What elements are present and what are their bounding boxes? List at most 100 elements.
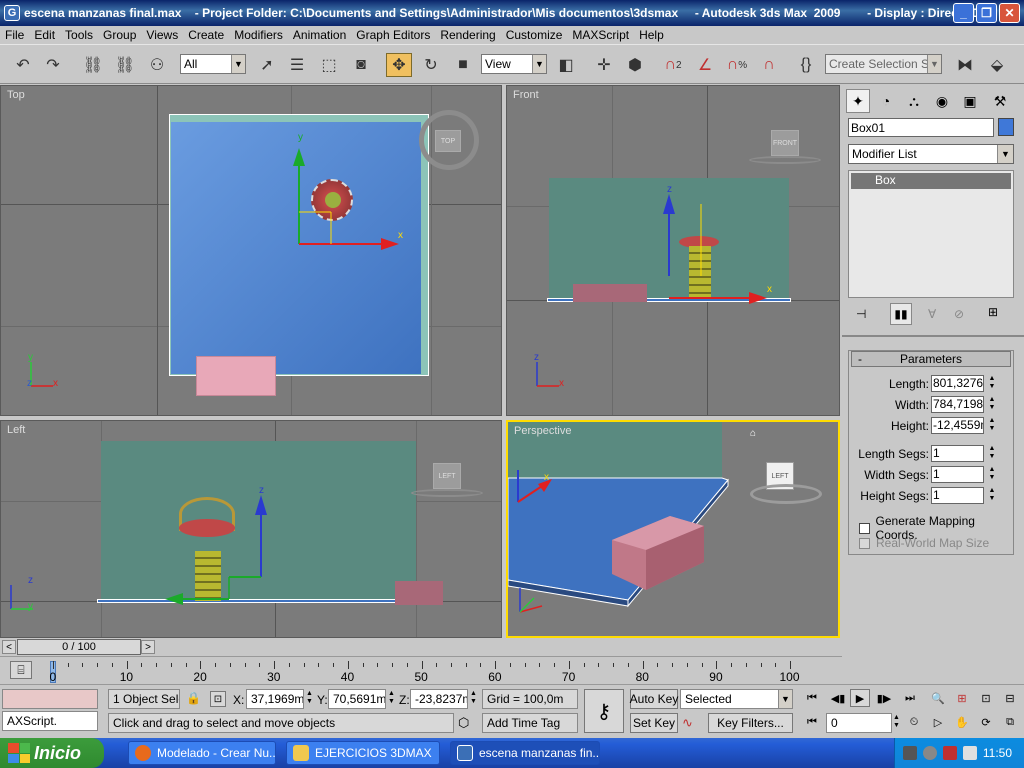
task-3dsmax[interactable]: escena manzanas fin... xyxy=(450,741,600,765)
select-by-name-icon[interactable]: ☰ xyxy=(284,53,310,77)
selection-filter-dropdown[interactable]: All ▼ xyxy=(180,54,246,74)
pan-view-icon[interactable]: ✋ xyxy=(952,713,972,731)
back-icon[interactable] xyxy=(922,746,937,760)
set-key-mode-key-icon[interactable]: ⚷ xyxy=(584,689,624,733)
select-object-icon[interactable]: ➚ xyxy=(254,53,280,77)
window-crossing-icon[interactable]: ◙ xyxy=(348,53,374,77)
key-filters-button[interactable]: Key Filters... xyxy=(708,713,793,733)
width-field[interactable]: 784,7198m xyxy=(931,396,984,413)
add-time-tag-icon[interactable]: ⬡ xyxy=(458,715,469,731)
move-gizmo[interactable] xyxy=(291,136,411,256)
menu-help[interactable]: Help xyxy=(634,28,669,42)
move-gizmo[interactable] xyxy=(161,481,281,611)
percent-snap-icon[interactable]: ∩% xyxy=(724,53,750,77)
viewport-top[interactable]: y x TOP y z x Top xyxy=(0,85,502,416)
stack-item-box[interactable]: Box xyxy=(851,173,1011,189)
utilities-tab-icon[interactable]: ⚒ xyxy=(988,89,1012,113)
viewcube-face[interactable]: FRONT xyxy=(771,130,799,156)
go-to-start-icon[interactable]: ⏮ xyxy=(802,689,822,707)
volume-icon[interactable] xyxy=(962,746,977,760)
menu-animation[interactable]: Animation xyxy=(288,28,351,42)
parameters-header[interactable]: - Parameters xyxy=(851,351,1011,367)
viewport-perspective[interactable]: LEFT ⌂ x Perspective xyxy=(506,420,840,638)
remove-modifier-icon[interactable]: ⊘ xyxy=(954,307,964,321)
set-key-button[interactable]: Set Key xyxy=(630,713,678,733)
viewcube-face[interactable]: TOP xyxy=(435,130,461,152)
named-selection-set-dropdown[interactable]: Create Selection Set ▼ xyxy=(825,54,942,74)
orbit-icon[interactable]: ⟳ xyxy=(976,713,996,731)
move-gizmo[interactable] xyxy=(657,186,777,306)
pink-box[interactable] xyxy=(196,356,276,396)
key-mode-dropdown[interactable]: Selected ▼ xyxy=(680,689,793,709)
snaps-toggle-icon[interactable]: ∩ 2 xyxy=(660,53,686,77)
redo-icon[interactable]: ↷ xyxy=(40,53,66,77)
menu-modifiers[interactable]: Modifiers xyxy=(229,28,288,42)
menu-edit[interactable]: Edit xyxy=(29,28,60,42)
pivot-center-icon[interactable]: ◧ xyxy=(553,53,579,77)
rectangular-selection-icon[interactable]: ⬚ xyxy=(316,53,342,77)
network-icon[interactable] xyxy=(902,746,917,760)
x-coordinate-field[interactable]: 37,1969m xyxy=(246,689,304,709)
viewport-label-left[interactable]: Left xyxy=(7,424,25,436)
task-firefox[interactable]: Modelado - Crear Nu... xyxy=(128,741,276,765)
play-icon[interactable]: ▶ xyxy=(850,689,870,707)
y-spinner-icon[interactable]: ▲ ▼ xyxy=(388,690,395,706)
z-spinner-icon[interactable]: ▲ ▼ xyxy=(470,690,477,706)
display-tab-icon[interactable]: ▣ xyxy=(958,89,982,113)
go-to-end-icon[interactable]: ⏭ xyxy=(900,689,920,707)
menu-maxscript[interactable]: MAXScript xyxy=(567,28,634,42)
start-button[interactable]: Inicio xyxy=(0,738,104,768)
object-color-swatch[interactable] xyxy=(998,118,1014,136)
3ds-max-icon[interactable]: G xyxy=(4,5,20,21)
zoom-all-icon[interactable]: ⊞ xyxy=(952,689,972,707)
frame-spinner-icon[interactable]: ▲ ▼ xyxy=(893,714,900,730)
length-spinner-icon[interactable]: ▲ ▼ xyxy=(987,375,997,392)
select-and-scale-icon[interactable]: ■ xyxy=(450,53,476,77)
height-segs-field[interactable]: 1 xyxy=(931,487,984,504)
field-of-view-icon[interactable]: ▷ xyxy=(928,713,948,731)
pink-box[interactable] xyxy=(395,581,443,605)
menu-create[interactable]: Create xyxy=(183,28,229,42)
select-and-link-icon[interactable]: ⛓ xyxy=(80,53,106,77)
minimize-button[interactable]: _ xyxy=(953,3,974,23)
lock-selection-icon[interactable]: 🔒 xyxy=(186,691,201,705)
maxscript-mini-listener[interactable]: AXScript. xyxy=(2,711,98,731)
width-segs-spinner-icon[interactable]: ▲ ▼ xyxy=(987,466,997,483)
time-slider-next-button[interactable]: > xyxy=(141,640,155,654)
move-gizmo[interactable] xyxy=(508,462,568,512)
reference-coordinate-dropdown[interactable]: View ▼ xyxy=(481,54,547,74)
next-frame-icon[interactable]: ▮▶ xyxy=(874,689,894,707)
menu-graph-editors[interactable]: Graph Editors xyxy=(351,28,435,42)
time-slider-thumb[interactable]: 0 / 100 xyxy=(17,639,141,655)
length-segs-spinner-icon[interactable]: ▲ ▼ xyxy=(987,445,997,462)
keyboard-shortcut-override-icon[interactable]: ⬢ xyxy=(622,53,648,77)
security-icon[interactable] xyxy=(942,746,957,760)
viewport-label-perspective[interactable]: Perspective xyxy=(514,425,571,437)
z-coordinate-field[interactable]: -23,8237m xyxy=(410,689,468,709)
width-segs-field[interactable]: 1 xyxy=(931,466,984,483)
unlink-selection-icon[interactable]: ⛓ xyxy=(112,53,138,77)
mirror-icon[interactable]: ⧓ xyxy=(952,53,978,77)
height-field[interactable]: -12,4559m xyxy=(931,417,984,434)
clock[interactable]: 11:50 xyxy=(983,746,1012,760)
default-in-out-tangents-icon[interactable]: ∿ xyxy=(682,715,693,731)
undo-icon[interactable]: ↶ xyxy=(10,53,36,77)
menu-rendering[interactable]: Rendering xyxy=(435,28,500,42)
add-time-tag-button[interactable]: Add Time Tag xyxy=(482,713,578,733)
track-bar[interactable]: ⌸ 0 10 20 30 40 50 60 70 80 90 100 xyxy=(0,656,842,684)
restore-button[interactable]: ❐ xyxy=(976,3,997,23)
show-end-result-icon[interactable]: ▮▮ xyxy=(890,303,912,325)
task-folder[interactable]: EJERCICIOS 3DMAX xyxy=(286,741,440,765)
time-configuration-icon[interactable]: ⏲ xyxy=(904,713,924,731)
menu-group[interactable]: Group xyxy=(98,28,141,42)
maximize-viewport-icon[interactable]: ⧉ xyxy=(1000,713,1020,731)
select-and-rotate-icon[interactable]: ↻ xyxy=(418,53,444,77)
viewcube-ring[interactable] xyxy=(749,156,821,164)
absolute-mode-transform-icon[interactable]: ⊡ xyxy=(210,691,226,707)
length-field[interactable]: 801,3276m xyxy=(931,375,984,392)
time-slider-prev-button[interactable]: < xyxy=(2,640,16,654)
menu-views[interactable]: Views xyxy=(141,28,183,42)
create-tab-icon[interactable]: ✦ xyxy=(846,89,870,113)
object-name-field[interactable]: Box01 xyxy=(848,118,994,137)
close-button[interactable]: ✕ xyxy=(999,3,1020,23)
